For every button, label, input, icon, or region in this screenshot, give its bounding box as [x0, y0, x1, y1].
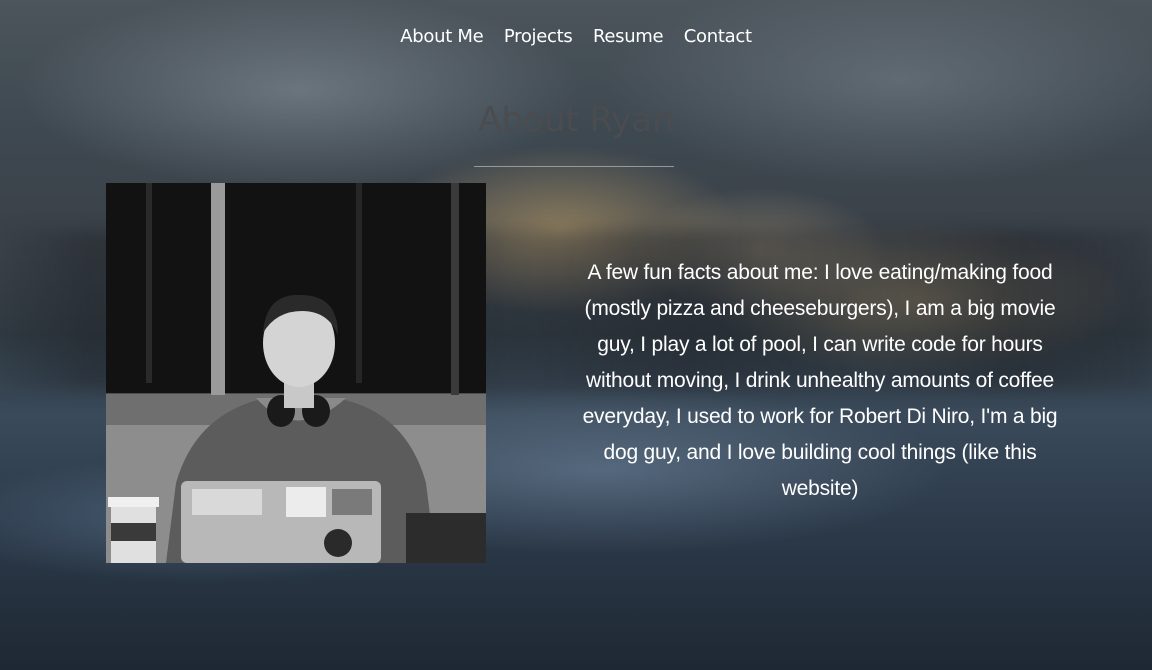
- nav-link-contact[interactable]: Contact: [684, 26, 752, 47]
- nav-link-resume[interactable]: Resume: [593, 26, 664, 47]
- top-nav: About Me Projects Resume Contact: [0, 26, 1152, 47]
- nav-link-projects[interactable]: Projects: [504, 26, 573, 47]
- bio-text: A few fun facts about me: I love eating/…: [582, 261, 1058, 500]
- title-divider: [474, 166, 674, 167]
- nav-link-about-me[interactable]: About Me: [400, 26, 483, 47]
- page-title: About Ryan: [478, 100, 674, 140]
- profile-photo-illustration: [106, 183, 486, 563]
- profile-photo: [106, 183, 486, 563]
